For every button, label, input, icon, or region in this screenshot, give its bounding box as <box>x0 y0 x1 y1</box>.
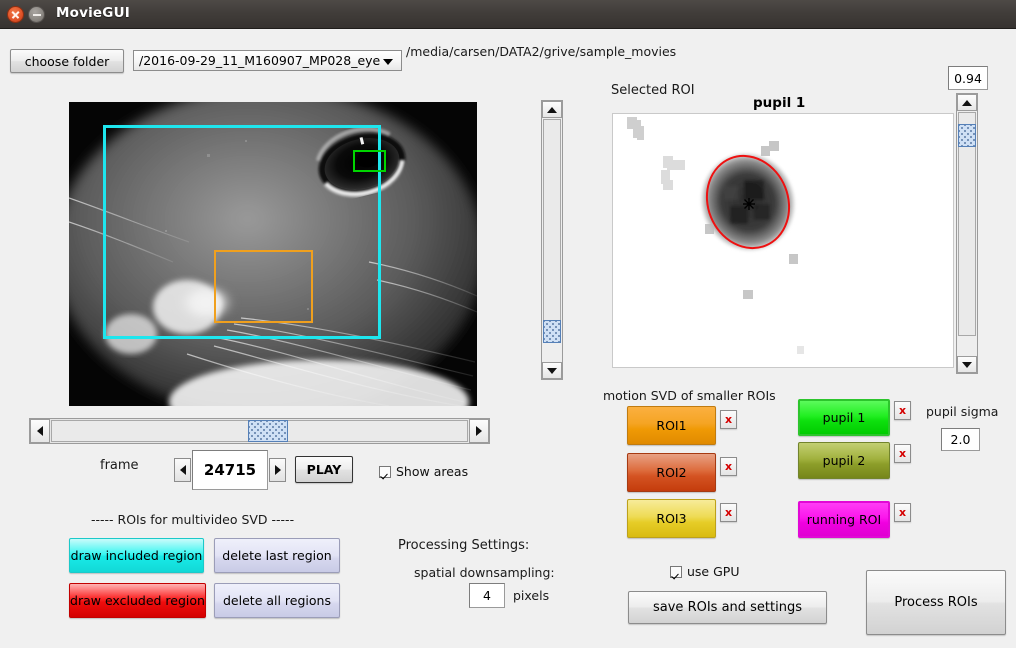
arrow-right-icon <box>476 426 482 436</box>
pupil-scroll-down-button[interactable] <box>957 356 977 373</box>
selected-roi-label: Selected ROI <box>611 83 695 98</box>
pupil-sigma-value: 2.0 <box>950 432 971 447</box>
delete-pupil2-button[interactable]: x <box>894 444 911 463</box>
roi-button-roi2-label: ROI2 <box>656 465 687 480</box>
show-areas-label: Show areas <box>396 464 469 479</box>
frame-label: frame <box>100 458 139 473</box>
pupil-scroll-thumb[interactable] <box>958 124 976 147</box>
delete-pupil1-label: x <box>898 404 907 417</box>
pupil-sigma-label: pupil sigma <box>926 404 999 419</box>
frame-slider[interactable] <box>29 418 490 444</box>
checkbox-icon <box>379 465 391 478</box>
delete-roi1-button[interactable]: x <box>720 410 737 429</box>
delete-all-regions-button[interactable]: delete all regions <box>214 583 340 618</box>
delete-roi2-label: x <box>724 460 733 473</box>
frame-input-value: 24715 <box>203 461 257 479</box>
roi-button-pupil1[interactable]: pupil 1 <box>798 399 890 436</box>
video-frame-axes[interactable] <box>69 102 477 406</box>
roi-button-roi1-label: ROI1 <box>656 418 687 433</box>
roi-button-pupil2[interactable]: pupil 2 <box>798 442 890 479</box>
window-title: MovieGUI <box>56 5 130 21</box>
roi-button-pupil1-label: pupil 1 <box>822 410 866 425</box>
minimize-icon[interactable] <box>28 6 45 23</box>
pupil-sigma-input[interactable]: 2.0 <box>941 428 980 451</box>
frame-input[interactable]: 24715 <box>192 450 268 490</box>
delete-running-button[interactable]: x <box>894 503 911 522</box>
checkbox-icon <box>670 565 682 578</box>
draw-excluded-region-label: draw excluded region <box>70 593 205 608</box>
close-icon[interactable] <box>7 6 24 23</box>
frame-slider-right-button[interactable] <box>469 419 489 443</box>
arrow-up-icon <box>962 99 972 106</box>
pupil-threshold-input[interactable]: 0.94 <box>948 66 988 90</box>
pupil-zoom-image <box>613 114 953 367</box>
folder-select[interactable]: /2016-09-29_11_M160907_MP028_eye <box>133 50 402 71</box>
use-gpu-checkbox[interactable]: use GPU <box>670 564 739 579</box>
video-vertical-scrollbar[interactable] <box>541 100 563 380</box>
delete-pupil2-label: x <box>898 447 907 460</box>
arrow-left-icon <box>37 426 43 436</box>
pupil-scroll-up-button[interactable] <box>957 94 977 111</box>
spatial-downsampling-value: 4 <box>483 588 491 603</box>
use-gpu-label: use GPU <box>687 564 740 579</box>
scroll-thumb[interactable] <box>543 320 561 343</box>
roi-button-roi2[interactable]: ROI2 <box>627 453 716 492</box>
draw-excluded-region-button[interactable]: draw excluded region <box>69 583 206 618</box>
folder-select-value: /2016-09-29_11_M160907_MP028_eye <box>139 53 381 68</box>
frame-prev-button[interactable] <box>174 458 191 482</box>
roi-button-roi3[interactable]: ROI3 <box>627 499 716 538</box>
multivideo-section-label: ----- ROIs for multivideo SVD ----- <box>91 512 295 527</box>
motion-svd-section-label: motion SVD of smaller ROIs <box>603 388 776 403</box>
folder-path: /media/carsen/DATA2/grive/sample_movies <box>406 44 677 59</box>
roi-rect-pupil1[interactable] <box>353 150 386 172</box>
processing-settings-header: Processing Settings: <box>398 538 530 553</box>
save-rois-button[interactable]: save ROIs and settings <box>628 591 827 624</box>
play-label: PLAY <box>306 462 342 477</box>
spatial-downsampling-input[interactable]: 4 <box>469 583 505 608</box>
draw-included-region-label: draw included region <box>70 548 203 563</box>
save-rois-label: save ROIs and settings <box>653 600 802 615</box>
arrow-right-icon <box>274 465 281 475</box>
scroll-track[interactable] <box>543 119 561 343</box>
draw-included-region-button[interactable]: draw included region <box>69 538 204 573</box>
arrow-down-icon <box>547 367 557 374</box>
chevron-down-icon <box>383 58 393 65</box>
frame-slider-left-button[interactable] <box>30 419 50 443</box>
pixels-label: pixels <box>513 588 550 603</box>
delete-roi1-label: x <box>724 413 733 426</box>
roi-button-pupil2-label: pupil 2 <box>822 453 866 468</box>
show-areas-checkbox[interactable]: Show areas <box>379 464 468 479</box>
window-titlebar: MovieGUI <box>0 0 1016 29</box>
delete-last-region-label: delete last region <box>222 548 332 563</box>
process-rois-label: Process ROIs <box>894 595 978 610</box>
frame-slider-thumb[interactable] <box>248 420 288 442</box>
delete-roi2-button[interactable]: x <box>720 457 737 476</box>
scroll-down-button[interactable] <box>542 362 562 379</box>
delete-running-label: x <box>898 506 907 519</box>
pupil-vertical-scrollbar[interactable] <box>956 93 978 374</box>
delete-roi3-label: x <box>724 506 733 519</box>
spatial-downsampling-label: spatial downsampling: <box>414 565 555 580</box>
delete-last-region-button[interactable]: delete last region <box>214 538 340 573</box>
roi-button-roi3-label: ROI3 <box>656 511 687 526</box>
frame-next-button[interactable] <box>269 458 286 482</box>
roi-button-running-label: running ROI <box>806 512 882 527</box>
delete-roi3-button[interactable]: x <box>720 503 737 522</box>
choose-folder-button[interactable]: choose folder <box>10 49 124 73</box>
roi-rect-roi1[interactable] <box>214 250 313 323</box>
process-rois-button[interactable]: Process ROIs <box>866 570 1006 635</box>
roi-button-roi1[interactable]: ROI1 <box>627 406 716 445</box>
selected-roi-title: pupil 1 <box>753 95 806 111</box>
roi-button-running[interactable]: running ROI <box>798 501 890 538</box>
arrow-left-icon <box>179 465 186 475</box>
delete-all-regions-label: delete all regions <box>223 593 331 608</box>
pupil-threshold-value: 0.94 <box>954 70 982 86</box>
selected-roi-axes[interactable] <box>612 113 954 368</box>
arrow-down-icon <box>962 361 972 368</box>
scroll-up-button[interactable] <box>542 101 562 118</box>
arrow-up-icon <box>547 106 557 113</box>
play-button[interactable]: PLAY <box>295 456 353 483</box>
delete-pupil1-button[interactable]: x <box>894 401 911 420</box>
choose-folder-label: choose folder <box>24 53 110 69</box>
